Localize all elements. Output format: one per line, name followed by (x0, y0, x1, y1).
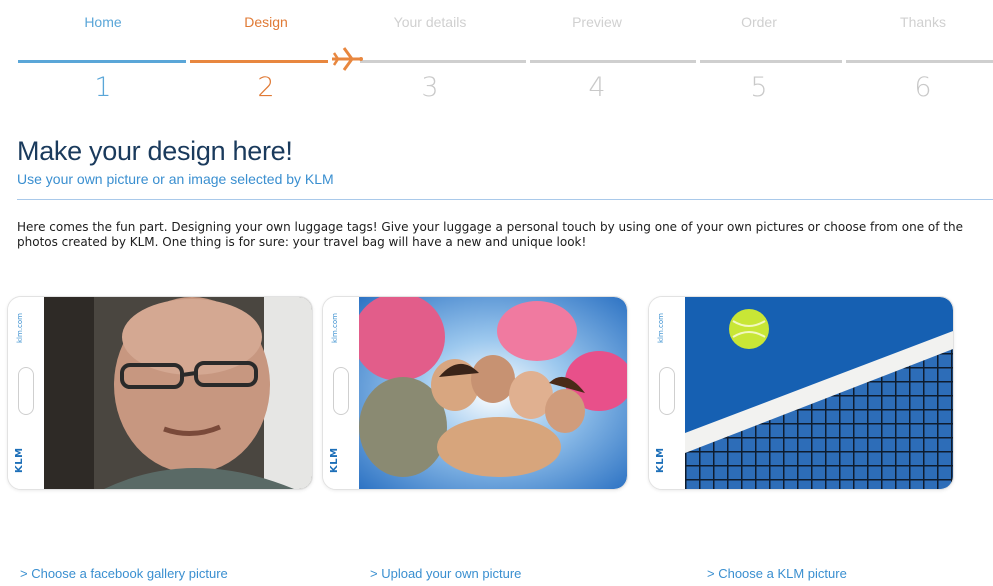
step-number: 1 (94, 72, 112, 103)
tag-photo-portrait (44, 297, 312, 489)
klm-logo: KLM (655, 447, 666, 473)
airplane-icon (332, 47, 363, 71)
facebook-gallery-link[interactable]: > Choose a facebook gallery picture (20, 566, 228, 581)
tennis-photo (685, 297, 953, 489)
step-number: 2 (257, 72, 275, 103)
luggage-tag-upload[interactable]: klm.com KLM (322, 296, 628, 490)
step-line-2 (190, 60, 328, 63)
tag-url: klm.com (331, 313, 339, 343)
tag-strip: klm.com KLM (323, 297, 359, 489)
tag-photo-friends (359, 297, 627, 489)
tag-url: klm.com (16, 313, 24, 343)
step-label: Thanks (900, 14, 946, 30)
step-line-6 (846, 60, 993, 63)
progress-stepper: Home 1 Design 2 Your details 3 Preview 4… (18, 0, 993, 110)
step-line-5 (700, 60, 842, 63)
step-number: 3 (421, 72, 439, 103)
tag-url: klm.com (657, 313, 665, 343)
tag-strip: klm.com KLM (649, 297, 685, 489)
tag-slot (333, 367, 349, 415)
step-line-1 (18, 60, 186, 63)
tag-slot (18, 367, 34, 415)
klm-picture-link[interactable]: > Choose a KLM picture (707, 566, 847, 581)
luggage-tag-facebook[interactable]: klm.com KLM (7, 296, 313, 490)
page-subtitle: Use your own picture or an image selecte… (17, 171, 334, 187)
portrait-photo (44, 297, 312, 489)
step-number: 4 (588, 72, 606, 103)
page-title: Make your design here! (17, 136, 293, 166)
friends-photo (359, 297, 627, 489)
tag-slot (659, 367, 675, 415)
klm-logo: KLM (14, 447, 25, 473)
luggage-tag-klm[interactable]: klm.com KLM (648, 296, 954, 490)
step-label: Preview (572, 14, 622, 30)
step-label: Order (741, 14, 777, 30)
klm-logo: KLM (329, 447, 340, 473)
upload-picture-link[interactable]: > Upload your own picture (370, 566, 521, 581)
step-label: Home (84, 14, 122, 30)
intro-text: Here comes the fun part. Designing your … (17, 220, 963, 249)
tag-photo-tennis (685, 297, 953, 489)
step-number: 5 (750, 72, 768, 103)
step-label: Design (244, 14, 288, 30)
tag-strip: klm.com KLM (8, 297, 44, 489)
step-line-3 (360, 60, 526, 63)
step-label: Your details (393, 14, 467, 30)
step-number: 6 (914, 72, 932, 103)
divider (17, 199, 993, 200)
step-line-4 (530, 60, 696, 63)
